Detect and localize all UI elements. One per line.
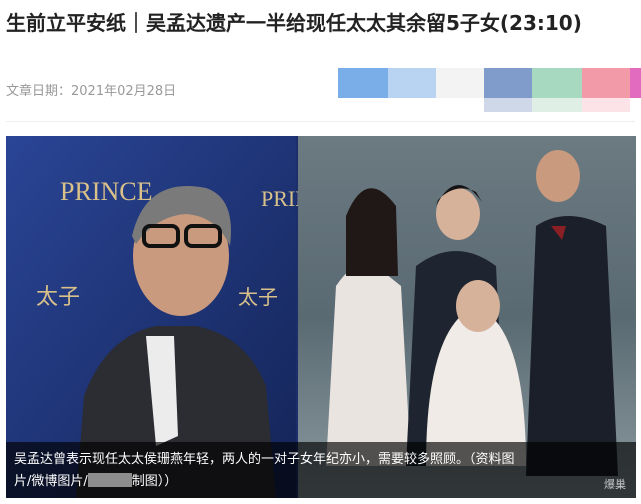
article-title: 生前立平安纸｜吴孟达遗产一半给现任太太其余留5子女(23:10) <box>6 11 582 35</box>
caption-source-suffix: 制图）） <box>131 474 178 489</box>
color-swatch <box>630 68 641 98</box>
caption-line-2: 片/微博图片/制图）） <box>14 471 628 493</box>
color-swatch-shade <box>532 98 582 112</box>
article-date: 2021年02月28日 <box>71 83 177 99</box>
date-label: 文章日期： <box>6 83 72 99</box>
color-swatch-shade <box>582 98 630 112</box>
color-swatch-strip <box>338 68 641 112</box>
caption-line-1: 吴孟达曾表示现任太太侯珊燕年轻，两人的一对子女年纪亦小，需要较多照顾。（资料图 <box>14 452 515 467</box>
color-swatch-shade <box>484 98 532 112</box>
color-swatch <box>532 68 582 98</box>
backdrop-logo-cn: 太子 <box>238 286 278 309</box>
color-swatch-shade <box>388 98 436 112</box>
color-swatch <box>582 68 630 98</box>
divider <box>6 121 635 122</box>
color-swatch <box>338 68 388 98</box>
blurred-text <box>87 473 132 487</box>
color-swatch <box>484 68 532 98</box>
color-swatch <box>436 68 484 98</box>
color-swatch <box>388 68 436 98</box>
article-meta: 文章日期： 2021年02月28日 <box>6 78 176 100</box>
father-face <box>536 150 580 202</box>
color-swatch-shade <box>338 98 388 112</box>
color-swatch-shade <box>630 98 641 112</box>
caption-source-prefix: 片/微博图片/ <box>14 474 88 489</box>
backdrop-logo: PRINCE <box>60 177 152 206</box>
photo-caption: 吴孟达曾表示现任太太侯珊燕年轻，两人的一对子女年纪亦小，需要较多照顾。（资料图 … <box>6 442 636 498</box>
daughter-hair <box>346 188 398 276</box>
bride-face <box>456 280 500 332</box>
backdrop-logo-cn: 太子 <box>36 284 80 309</box>
daughter-dress <box>326 263 411 466</box>
article-photo: PRINCE PRINCE 太子 太子 吴孟达曾表示现任太太侯珊燕年轻，两人的一… <box>6 136 636 498</box>
color-swatch-shade <box>436 98 484 112</box>
watermark: 爆巢 <box>604 478 626 491</box>
father-suit <box>526 216 618 476</box>
